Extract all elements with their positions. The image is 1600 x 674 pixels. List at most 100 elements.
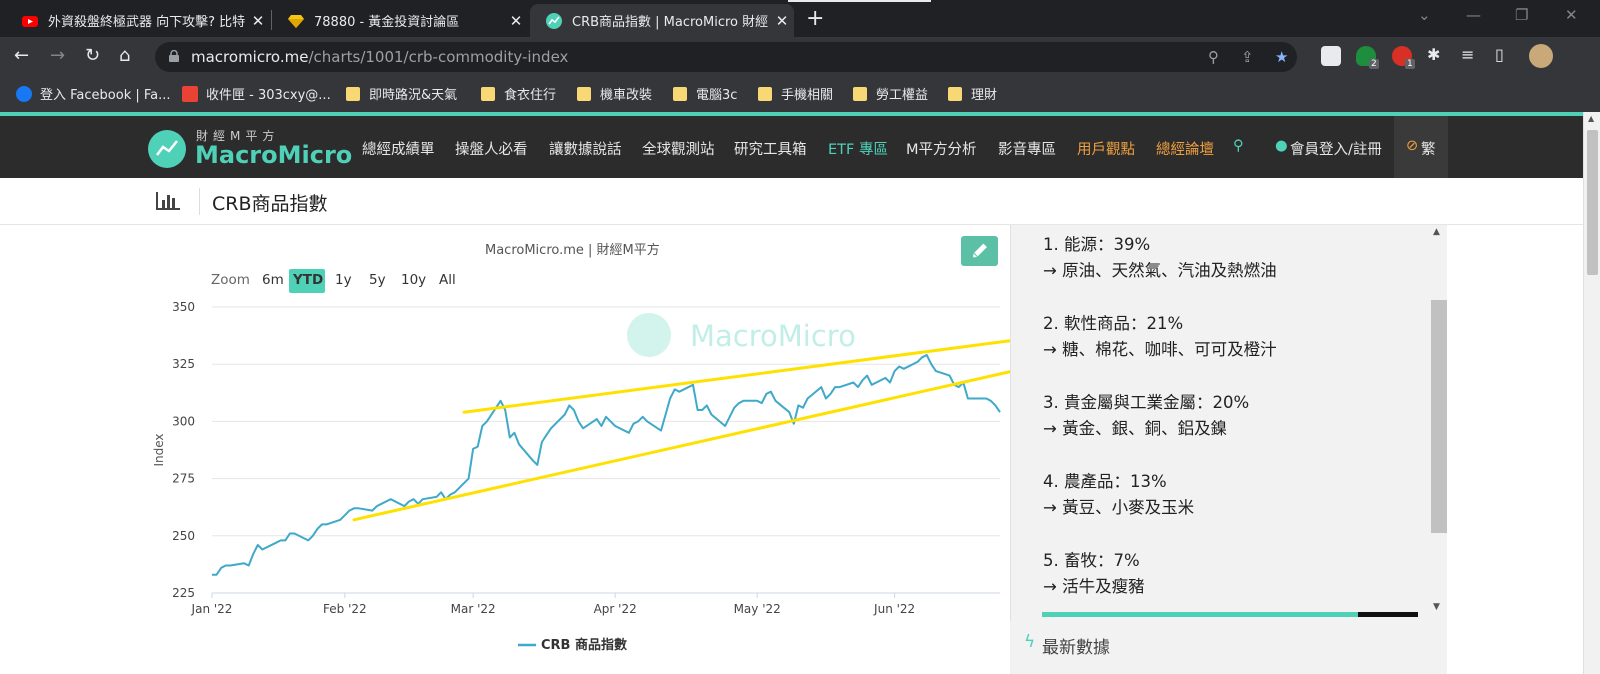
media-control-icon[interactable]: ≡ <box>1461 45 1474 64</box>
menu-item[interactable]: 研究工具箱 <box>734 138 807 159</box>
tab-title: 外資殺盤終極武器 向下攻擊? 比特 <box>48 15 246 30</box>
info-line: 5. 畜牧：7% <box>1043 551 1140 570</box>
menu-item[interactable]: 用戶觀點 <box>1077 138 1135 159</box>
divider <box>199 188 200 215</box>
url-text: macromicro.me/charts/1001/crb-commodity-… <box>191 48 568 66</box>
info-panel-scroll-thumb[interactable] <box>1431 300 1447 533</box>
menu-item[interactable]: 全球觀測站 <box>642 138 715 159</box>
logo-en: MacroMicro <box>195 141 353 169</box>
page-scroll-thumb[interactable] <box>1587 130 1598 275</box>
tab-youtube[interactable]: 外資殺盤終極武器 向下攻擊? 比特 ✕ <box>6 4 270 37</box>
menu-item[interactable]: 總經論壇 <box>1156 138 1214 159</box>
compass-icon: ⊘ <box>1406 138 1419 154</box>
minimize-icon[interactable]: — <box>1466 6 1481 24</box>
url-path: /charts/1001/crb-commodity-index <box>308 48 569 66</box>
search-icon[interactable]: ⚲ <box>1233 138 1244 154</box>
y-tick-label: 250 <box>172 529 195 543</box>
legend-label: CRB 商品指數 <box>541 637 627 653</box>
close-tab-icon[interactable]: ✕ <box>504 12 528 30</box>
bookmark-folder[interactable]: 即時路況&天氣 <box>346 84 457 103</box>
bookmark-label: 勞工權益 <box>876 88 929 103</box>
reload-icon[interactable]: ↻ <box>85 45 100 66</box>
side-panel-icon[interactable]: ▯ <box>1495 45 1504 64</box>
language-label: 繁 <box>1421 142 1436 158</box>
menu-item[interactable]: ETF 專區 <box>828 138 888 159</box>
lock-icon <box>169 50 179 62</box>
bookmark-star-icon[interactable]: ★ <box>1275 48 1288 66</box>
url-host: macromicro.me <box>191 48 309 66</box>
bar-chart-icon <box>156 192 180 210</box>
x-tick-label: Jun '22 <box>873 602 915 616</box>
login-link[interactable]: 會員登入/註冊 <box>1290 138 1382 159</box>
latest-data-label: 最新數據 <box>1042 638 1110 658</box>
lightning-icon: ϟ <box>1024 632 1036 652</box>
menu-item[interactable]: 操盤人必看 <box>455 138 528 159</box>
chart-legend[interactable]: CRB 商品指數 <box>518 637 627 653</box>
avatar[interactable] <box>1529 44 1553 68</box>
x-tick-label: May '22 <box>734 602 781 616</box>
menu-item[interactable]: 總經成績單 <box>362 138 435 159</box>
folder-icon <box>673 86 687 101</box>
tab-loading-indicator <box>788 0 931 2</box>
bookmarks-bar: 登入 Facebook | Fa... 收件匣 - 303cxy@... 即時路… <box>0 77 1600 112</box>
share-icon[interactable]: ⇪ <box>1241 48 1254 66</box>
banner-image[interactable] <box>1042 612 1418 617</box>
user-icon: ● <box>1275 138 1288 154</box>
tab-search-icon[interactable]: ⌄ <box>1418 6 1431 24</box>
tab-title: CRB商品指數 | MacroMicro 財經 <box>572 15 769 30</box>
address-bar[interactable]: macromicro.me/charts/1001/crb-commodity-… <box>155 42 1297 72</box>
menu-item[interactable]: M平方分析 <box>906 138 977 159</box>
bookmark-folder[interactable]: 勞工權益 <box>853 84 928 103</box>
forward-icon[interactable]: → <box>50 45 65 66</box>
extension-badge: 2 <box>1369 59 1379 69</box>
info-line: → 原油、天然氣、汽油及熱燃油 <box>1043 261 1277 280</box>
info-line: 3. 貴金屬與工業金屬：20% <box>1043 393 1250 412</box>
y-axis-label: Index <box>152 433 166 466</box>
tab-gold-forum[interactable]: 78880 - 黃金投資討論區 ✕ <box>272 4 528 37</box>
page-scrollbar[interactable]: ▲ <box>1583 112 1600 674</box>
watermark: MacroMicro <box>627 313 856 357</box>
info-panel: 1. 能源：39% → 原油、天然氣、汽油及熱燃油 2. 軟性商品：21% → … <box>1010 225 1447 674</box>
language-switch[interactable]: ⊘ 繁 <box>1394 116 1448 178</box>
bookmark-folder[interactable]: 理財 <box>948 84 997 103</box>
y-tick-label: 225 <box>172 586 195 600</box>
restore-icon[interactable]: ❐ <box>1515 6 1528 24</box>
extension-badge: 1 <box>1405 59 1415 69</box>
bookmark-gmail[interactable]: 收件匣 - 303cxy@... <box>182 84 331 103</box>
close-tab-icon[interactable]: ✕ <box>246 12 270 30</box>
home-icon[interactable]: ⌂ <box>119 45 130 66</box>
browser-tab-bar: 外資殺盤終極武器 向下攻擊? 比特 ✕ 78880 - 黃金投資討論區 ✕ CR… <box>0 0 1600 37</box>
x-tick-label: Feb '22 <box>323 602 367 616</box>
close-window-icon[interactable]: ✕ <box>1565 6 1578 24</box>
tab-macromicro[interactable]: CRB商品指數 | MacroMicro 財經 ✕ <box>530 4 794 37</box>
bookmark-folder[interactable]: 機車改裝 <box>577 84 652 103</box>
folder-icon <box>481 86 495 101</box>
bookmark-label: 機車改裝 <box>600 88 653 103</box>
extension-news-icon[interactable] <box>1321 46 1341 66</box>
scroll-up-icon[interactable]: ▲ <box>1433 227 1440 237</box>
scroll-down-icon[interactable]: ▼ <box>1433 602 1440 612</box>
puzzle-icon[interactable]: ✱ <box>1427 45 1440 64</box>
info-line: → 黃金、銀、銅、鋁及鎳 <box>1043 419 1228 438</box>
close-tab-icon[interactable]: ✕ <box>770 12 794 30</box>
info-line: → 活牛及瘦豬 <box>1043 577 1145 596</box>
bookmark-label: 食衣住行 <box>504 88 557 103</box>
site-header: 財經M平方 MacroMicro 總經成績單 操盤人必看 讓數據說話 全球觀測站… <box>0 112 1583 178</box>
scroll-up-icon[interactable]: ▲ <box>1588 114 1594 123</box>
x-tick-label: Apr '22 <box>594 602 637 616</box>
latest-data-section[interactable]: ϟ 最新數據 <box>1010 621 1447 674</box>
bookmark-folder[interactable]: 手機相關 <box>758 84 833 103</box>
menu-item[interactable]: 影音專區 <box>998 138 1056 159</box>
info-line: 2. 軟性商品：21% <box>1043 314 1184 333</box>
back-icon[interactable]: ← <box>14 45 29 66</box>
watermark-logo-icon <box>627 313 671 357</box>
bookmark-facebook[interactable]: 登入 Facebook | Fa... <box>16 84 171 103</box>
bookmark-folder[interactable]: 食衣住行 <box>481 84 556 103</box>
browser-toolbar: ← → ↻ ⌂ macromicro.me/charts/1001/crb-co… <box>0 37 1600 77</box>
zoom-icon[interactable]: ⚲ <box>1208 48 1219 66</box>
bookmark-label: 收件匣 - 303cxy@... <box>206 88 331 103</box>
y-tick-label: 350 <box>172 300 195 314</box>
bookmark-folder[interactable]: 電腦3c <box>673 84 737 103</box>
menu-item[interactable]: 讓數據說話 <box>549 138 622 159</box>
new-tab-button[interactable]: + <box>806 6 824 31</box>
